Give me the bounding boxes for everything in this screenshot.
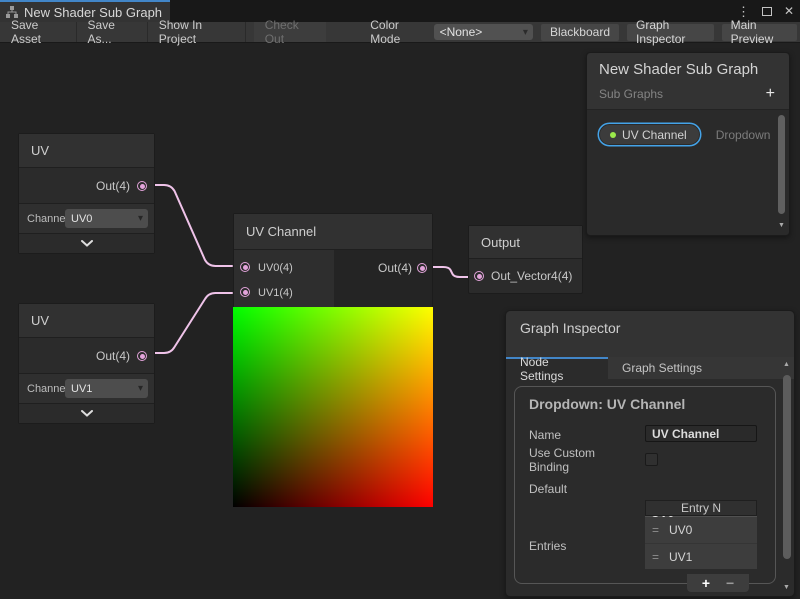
toolbar-right: Blackboard Graph Inspector Main Preview	[533, 24, 800, 41]
scroll-down-icon[interactable]: ▼	[777, 222, 786, 229]
input-port[interactable]	[474, 271, 484, 281]
show-in-project-button[interactable]: Show In Project	[148, 22, 246, 42]
graph-inspector-toggle-button[interactable]: Graph Inspector	[627, 24, 714, 41]
color-mode-value: <None>	[440, 25, 483, 39]
port-label-out: Out(4)	[96, 349, 130, 363]
channel-label: Channe	[27, 383, 65, 395]
tab-graph-settings[interactable]: Graph Settings	[608, 357, 716, 379]
blackboard-panel: New Shader Sub Graph Sub Graphs + UV Cha…	[586, 52, 790, 236]
chevron-down-icon: ▾	[138, 383, 143, 394]
drag-handle-icon[interactable]: =	[652, 523, 659, 537]
name-field[interactable]: UV Channel	[645, 425, 757, 442]
channel-select[interactable]: UV0 ▾	[65, 209, 148, 228]
drag-handle-icon[interactable]: =	[652, 550, 659, 564]
name-label: Name	[529, 428, 561, 442]
chevron-down-icon: ▾	[138, 213, 143, 224]
node-uv-channel[interactable]: UV Channel UV0(4) UV1(4) Out(4)	[233, 213, 433, 507]
color-mode-select[interactable]: <None> ▾	[434, 24, 533, 40]
toolbar: Save Asset Save As... Show In Project Ch…	[0, 22, 800, 43]
node-title: UV	[19, 134, 154, 168]
node-title: UV	[19, 304, 154, 338]
subgraph-icon	[6, 6, 18, 18]
close-icon[interactable]: ✕	[784, 5, 794, 17]
entry-value: UV0	[669, 523, 692, 537]
dropdown-settings-box: Dropdown: UV Channel Name UV Channel Use…	[514, 386, 776, 584]
blackboard-scrollbar[interactable]: ▼	[777, 113, 786, 231]
menu-icon[interactable]: ⋮	[737, 5, 750, 18]
output-port[interactable]	[417, 263, 427, 273]
chevron-down-icon	[80, 240, 94, 247]
chevron-down-icon: ▾	[523, 27, 528, 38]
output-port[interactable]	[137, 351, 147, 361]
node-uv-top[interactable]: UV Out(4) Channe UV0 ▾	[18, 133, 155, 254]
channel-value: UV1	[71, 383, 92, 395]
color-mode-label: Color Mode	[362, 18, 433, 46]
node-title: Output	[469, 226, 582, 259]
chevron-down-icon	[80, 410, 94, 417]
section-title: Dropdown: UV Channel	[515, 387, 775, 412]
graph-inspector-panel: Graph Inspector Node Settings Graph Sett…	[505, 310, 795, 597]
channel-select[interactable]: UV1 ▾	[65, 379, 148, 398]
scroll-up-icon[interactable]: ▲	[781, 361, 792, 368]
property-pill-uv-channel[interactable]: UV Channel	[599, 124, 700, 145]
default-label: Default	[529, 482, 567, 496]
port-label-uv1: UV1(4)	[258, 287, 293, 299]
entry-row-uv1[interactable]: = UV1	[645, 543, 757, 569]
tab-node-settings[interactable]: Node Settings	[506, 357, 608, 379]
edge-out	[427, 267, 472, 277]
exposed-dot-icon	[610, 132, 616, 138]
inspector-scrollbar[interactable]: ▲ ▼	[781, 359, 792, 593]
entries-list-header: Entry N	[645, 500, 757, 516]
add-entry-button[interactable]: +	[702, 576, 710, 590]
inspector-tabs: Node Settings Graph Settings	[506, 357, 794, 379]
blackboard-item-row: UV Channel Dropdown	[599, 124, 789, 145]
scrollbar-thumb[interactable]	[778, 115, 785, 214]
inspector-title: Graph Inspector	[520, 320, 794, 336]
uv-preview-gradient	[233, 307, 433, 507]
use-custom-binding-checkbox[interactable]	[645, 453, 658, 466]
edge-uv1	[148, 293, 232, 353]
input-port-uv0[interactable]	[240, 262, 250, 272]
scroll-down-icon[interactable]: ▼	[781, 584, 792, 591]
save-asset-button[interactable]: Save Asset	[0, 22, 77, 42]
scrollbar-thumb[interactable]	[783, 375, 791, 559]
maximize-icon[interactable]	[762, 7, 772, 16]
property-name: UV Channel	[622, 128, 687, 142]
remove-entry-button[interactable]: −	[726, 576, 734, 590]
input-port-uv1[interactable]	[240, 287, 250, 297]
entries-list-footer: + −	[687, 574, 749, 592]
entry-row-uv0[interactable]: = UV0	[645, 517, 757, 543]
collapse-button[interactable]	[19, 404, 154, 423]
port-label-out: Out(4)	[96, 179, 130, 193]
use-custom-binding-label: Use Custom Binding	[529, 446, 629, 474]
node-output[interactable]: Output Out_Vector4(4)	[468, 225, 583, 294]
input-ports: UV0(4) UV1(4)	[234, 250, 334, 307]
node-uv-bottom[interactable]: UV Out(4) Channe UV1 ▾	[18, 303, 155, 424]
save-as-button[interactable]: Save As...	[77, 22, 148, 42]
channel-label: Channe	[27, 213, 65, 225]
edge-uv0	[148, 185, 232, 266]
entries-label: Entries	[529, 539, 566, 553]
blackboard-toggle-button[interactable]: Blackboard	[541, 24, 619, 41]
channel-value: UV0	[71, 213, 92, 225]
port-label-out: Out(4)	[378, 261, 412, 275]
port-label-out-vector4: Out_Vector4(4)	[491, 269, 572, 283]
property-type: Dropdown	[716, 128, 771, 142]
blackboard-subtitle: Sub Graphs	[599, 87, 663, 101]
blackboard-title: New Shader Sub Graph	[599, 61, 777, 78]
collapse-button[interactable]	[19, 234, 154, 253]
entries-list: = UV0 = UV1	[645, 517, 757, 569]
check-out-button: Check Out	[254, 22, 327, 42]
output-port[interactable]	[137, 181, 147, 191]
node-title: UV Channel	[234, 214, 432, 250]
port-label-uv0: UV0(4)	[258, 262, 293, 274]
add-property-button[interactable]: +	[766, 85, 777, 103]
main-preview-toggle-button[interactable]: Main Preview	[722, 24, 797, 41]
entry-value: UV1	[669, 550, 692, 564]
